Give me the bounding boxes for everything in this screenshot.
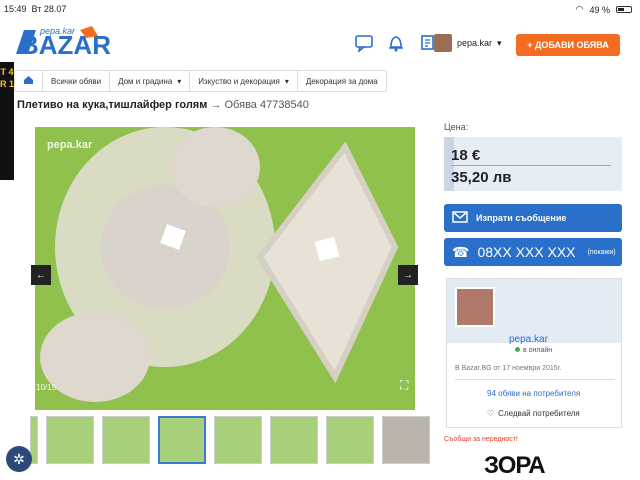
seller-name[interactable]: pepa.kar xyxy=(509,334,548,345)
thumbnail[interactable] xyxy=(46,416,94,464)
battery-percent: 49 % xyxy=(589,4,610,15)
battery-icon xyxy=(616,6,632,13)
main-photo[interactable]: pepa.kar xyxy=(35,127,415,410)
price-secondary: 35,20 лв xyxy=(451,169,512,186)
chevron-down-icon: ▾ xyxy=(497,37,502,48)
send-message-button[interactable]: Изпрати съобщение xyxy=(444,204,622,232)
home-icon xyxy=(23,75,34,87)
breadcrumb-home-decor[interactable]: Декорация за дома xyxy=(298,71,386,91)
thumbnail-selected[interactable] xyxy=(158,416,206,464)
fullscreen-icon[interactable]: ⛶ xyxy=(400,378,414,392)
bazar-logo[interactable]: BAZAR pepa.kar xyxy=(14,24,126,62)
show-phone-button[interactable]: ☎ 08XX XXX XXX (покажи) xyxy=(444,238,622,266)
ad-banner[interactable]: ЗОРА xyxy=(444,452,640,480)
seller-member-since: В Bazar.BG от 17 ноември 2015г. xyxy=(455,365,562,372)
user-menu[interactable]: pepa.kar ▾ xyxy=(434,34,502,52)
listing-title: Плетиво на кука,тишлайфер голям → Обява … xyxy=(17,99,309,111)
photo-counter: 10/15 xyxy=(36,383,57,392)
seller-listings-link[interactable]: 94 обяви на потребителя xyxy=(487,389,580,398)
follow-seller-button[interactable]: ♡ Следвай потребителя xyxy=(487,409,580,418)
thumbnail[interactable] xyxy=(270,416,318,464)
status-time: 15:49 Вт 28.07 xyxy=(4,4,67,14)
phone-number: 08XX XXX XXX xyxy=(477,244,576,260)
status-bar: 15:49 Вт 28.07 ◠ 49 % xyxy=(0,0,640,18)
phone-reveal: (покажи) xyxy=(587,248,616,256)
breadcrumb: Всички обяви Дом и градина ▾ Изкуство и д… xyxy=(14,70,387,92)
seller-online-status: в онлайн xyxy=(515,347,552,354)
thumbnail[interactable] xyxy=(214,416,262,464)
price-label: Цена: xyxy=(444,122,469,132)
site-header: BAZAR pepa.kar pepa.kar ▾ + ДОБАВИ ОБЯВА xyxy=(0,18,640,68)
thumbnail[interactable] xyxy=(326,416,374,464)
divider xyxy=(455,379,615,380)
next-photo-button[interactable]: → xyxy=(398,265,418,285)
breadcrumb-home-garden[interactable]: Дом и градина ▾ xyxy=(110,71,191,91)
breadcrumb-all[interactable]: Всички обяви xyxy=(43,71,111,91)
thumbnail[interactable] xyxy=(382,416,430,464)
arrow-right-icon: → xyxy=(403,269,413,281)
chevron-down-icon: ▾ xyxy=(284,76,289,86)
prev-photo-button[interactable]: ← xyxy=(31,265,51,285)
cookie-settings-icon[interactable]: ✲ xyxy=(6,446,32,472)
seller-avatar[interactable] xyxy=(455,287,495,327)
breadcrumb-art-decor[interactable]: Изкуство и декорация ▾ xyxy=(190,71,298,91)
photo-watermark: pepa.kar xyxy=(47,139,93,151)
arrow-left-icon: ← xyxy=(36,269,46,281)
chat-icon[interactable] xyxy=(354,34,374,54)
price-primary: 18 € xyxy=(451,147,481,164)
price-divider xyxy=(451,165,611,166)
envelope-icon xyxy=(452,211,468,225)
seller-card: pepa.kar в онлайн В Bazar.BG от 17 ноемв… xyxy=(446,278,622,428)
user-name: pepa.kar xyxy=(457,38,493,48)
breadcrumb-home[interactable] xyxy=(15,71,43,91)
side-banner[interactable]: T 4 R 1 xyxy=(0,62,14,180)
online-dot-icon xyxy=(515,347,520,352)
listing-id: Обява 47738540 xyxy=(224,99,309,111)
ad-text: ЗОРА xyxy=(484,452,546,479)
chevron-down-icon: ▾ xyxy=(177,76,182,86)
heart-icon: ♡ xyxy=(487,409,495,418)
wifi-icon: ◠ xyxy=(575,4,584,14)
phone-icon: ☎ xyxy=(452,243,470,260)
thumbnail[interactable] xyxy=(102,416,150,464)
add-listing-button[interactable]: + ДОБАВИ ОБЯВА xyxy=(516,34,620,56)
user-avatar xyxy=(434,34,452,52)
report-link[interactable]: Съобщи за нередност! xyxy=(444,436,518,443)
thumbnail-strip xyxy=(30,416,430,466)
logo-top-text: pepa.kar xyxy=(39,26,76,36)
bell-icon[interactable] xyxy=(386,34,406,52)
